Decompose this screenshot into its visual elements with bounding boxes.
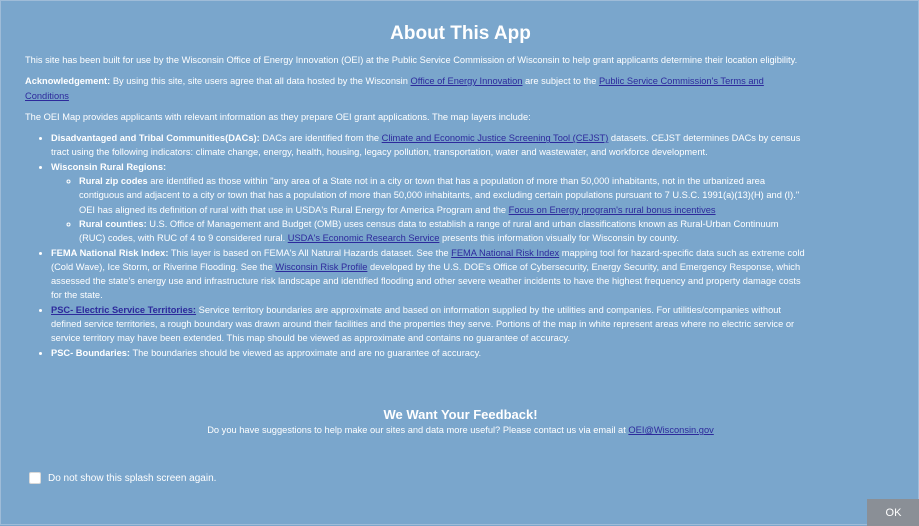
ack-text-1: By using this site, site users agree tha… <box>110 76 411 87</box>
terms-link[interactable]: Public Service Commission's Terms and <box>599 76 764 86</box>
list-item-dac: Disadvantaged and Tribal Communities(DAC… <box>51 131 919 160</box>
psc-text-2: defined service territories, a rough bou… <box>51 319 795 330</box>
list-item-psc-boundaries: PSC- Boundaries: The boundaries should b… <box>51 346 919 360</box>
psc-territories-link[interactable]: PSC- Electric Service Territories: <box>51 305 196 315</box>
terms-link-continued[interactable]: Conditions <box>25 91 69 101</box>
acknowledgement-label: Acknowledgement: <box>25 76 111 87</box>
splash-option[interactable]: Do not show this splash screen again. <box>29 472 216 484</box>
fema-label: FEMA National Risk Index: <box>51 247 169 258</box>
oei-link[interactable]: Office of Energy Innovation <box>410 76 522 86</box>
boundaries-text: The boundaries should be viewed as appro… <box>130 347 482 358</box>
splash-checkbox[interactable] <box>29 472 41 484</box>
map-layers-list: Disadvantaged and Tribal Communities(DAC… <box>25 131 919 360</box>
zip-label: Rural zip codes <box>79 176 148 187</box>
list-item-rural: Wisconsin Rural Regions: Rural zip codes… <box>51 160 919 246</box>
feedback-prompt: Do you have suggestions to help make our… <box>207 425 629 435</box>
zip-text-3: OEI has aligned its definition of rural … <box>79 204 509 215</box>
ok-button[interactable]: OK <box>867 499 919 526</box>
fema-text-5: assessed the state's energy use and infr… <box>51 276 801 287</box>
list-item-counties: Rural counties: U.S. Office of Managemen… <box>79 217 919 246</box>
fema-text-2: mapping tool for hazard-specific data su… <box>559 247 805 258</box>
fema-text-3: (Cold Wave), Ice Storm, or Riverine Floo… <box>51 261 276 272</box>
dac-text-3: tract using the following indicators: cl… <box>51 147 708 158</box>
feedback-text: Do you have suggestions to help make our… <box>1 423 919 437</box>
zip-text-2: contiguous and adjacent to a city or tow… <box>79 190 800 201</box>
wisconsin-risk-profile-link[interactable]: Wisconsin Risk Profile <box>275 262 367 272</box>
zip-text-1: are identified as those within "any area… <box>147 176 766 187</box>
usda-ers-link[interactable]: USDA's Economic Research Service <box>288 233 440 243</box>
modal-title: About This App <box>390 23 531 44</box>
feedback-email-link[interactable]: OEI@Wisconsin.gov <box>628 425 713 435</box>
feedback-section: We Want Your Feedback! Do you have sugge… <box>1 407 919 437</box>
list-item-zip: Rural zip codes are identified as those … <box>79 174 919 217</box>
rural-label: Wisconsin Rural Regions: <box>51 161 167 172</box>
rural-sublist: Rural zip codes are identified as those … <box>51 174 919 245</box>
fema-text-4: developed by the U.S. DOE's Office of Cy… <box>367 261 801 272</box>
counties-text-3: presents this information visually for W… <box>439 233 679 244</box>
list-item-fema: FEMA National Risk Index: This layer is … <box>51 246 919 303</box>
about-modal: About This App This site has been built … <box>0 0 919 526</box>
fema-text-1: This layer is based on FEMA's All Natura… <box>168 247 452 258</box>
splash-label: Do not show this splash screen again. <box>48 472 217 484</box>
list-item-psc-territories: PSC- Electric Service Territories: Servi… <box>51 303 919 346</box>
dac-label: Disadvantaged and Tribal Communities(DAC… <box>51 133 260 144</box>
psc-text-3: service territory may have been extended… <box>51 333 571 344</box>
counties-text-1: U.S. Office of Management and Budget (OM… <box>146 218 779 229</box>
psc-text-1: Service territory boundaries are approxi… <box>196 304 782 315</box>
modal-body: This site has been built for use by the … <box>25 53 919 360</box>
boundaries-label: PSC- Boundaries: <box>51 347 131 358</box>
feedback-title: We Want Your Feedback! <box>383 407 538 422</box>
intro-text: This site has been built for use by the … <box>25 55 798 65</box>
cejst-link[interactable]: Climate and Economic Justice Screening T… <box>382 133 609 143</box>
focus-on-energy-link[interactable]: Focus on Energy program's rural bonus in… <box>509 205 716 215</box>
acknowledgement-paragraph: Acknowledgement: By using this site, sit… <box>25 74 919 103</box>
counties-label: Rural counties: <box>79 218 147 229</box>
counties-text-2: (RUC) codes, with RUC of 4 to 9 consider… <box>79 233 288 244</box>
ack-text-2: are subject to the <box>522 76 599 87</box>
fema-text-6: for the state. <box>51 290 103 301</box>
fema-nri-link[interactable]: FEMA National Risk Index <box>451 248 559 258</box>
dac-text-1: DACs are identified from the <box>259 133 382 144</box>
dac-text-2: datasets. CEJST determines DACs by censu… <box>608 133 801 144</box>
map-intro-text: The OEI Map provides applicants with rel… <box>25 111 531 122</box>
